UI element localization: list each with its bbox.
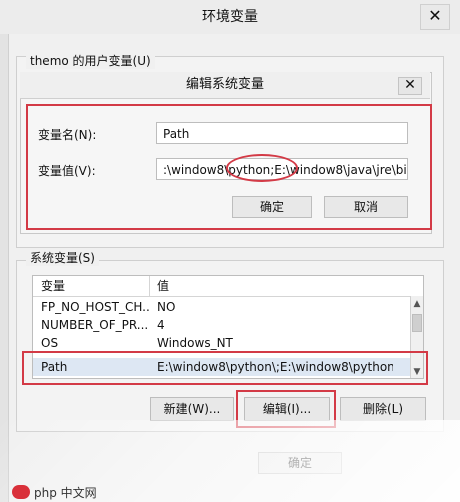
system-variables-label: 系统变量(S) [26,249,99,266]
user-variables-label: themo 的用户变量(U) [26,52,155,69]
window-title: 环境变量 [202,9,258,25]
row-variable-name: NUMBER_OF_PR... [41,318,149,332]
watermark-text: php 中文网 [34,485,97,500]
window-title-bar: 环境变量 [0,0,460,35]
table-row[interactable]: NUMBER_OF_PR... 4 [33,316,423,334]
delete-button[interactable]: 删除(L) [340,397,426,421]
window-close-icon[interactable]: ✕ [420,4,450,30]
column-header-value[interactable]: 值 [157,276,169,296]
table-row[interactable]: OS Windows_NT [33,334,423,352]
window-ok-button[interactable]: 确定 [258,452,342,474]
column-header-variable[interactable]: 变量 [41,276,65,296]
new-button[interactable]: 新建(W)... [150,397,234,421]
row-variable-value: NO [157,300,176,314]
row-variable-value: Windows_NT [157,336,233,350]
php-logo-icon [12,485,30,499]
dialog-close-icon[interactable]: ✕ [398,77,422,95]
row-variable-name: OS [41,336,59,350]
row-variable-name: FP_NO_HOST_CH... [41,300,149,314]
edit-button-highlight-box [236,390,336,428]
column-divider [149,276,150,296]
row-variable-value: 4 [157,318,165,332]
dialog-highlight-box [26,104,432,230]
path-row-highlight-box [22,351,428,385]
window-left-edge [0,34,9,502]
dialog-title: 编辑系统变量 [20,72,430,99]
scroll-thumb[interactable] [412,314,422,332]
watermark-logo: php 中文网 [12,482,97,502]
scroll-up-icon[interactable]: ▲ [411,296,423,312]
table-header: 变量 值 [33,276,423,297]
table-row[interactable]: FP_NO_HOST_CH... NO [33,298,423,316]
